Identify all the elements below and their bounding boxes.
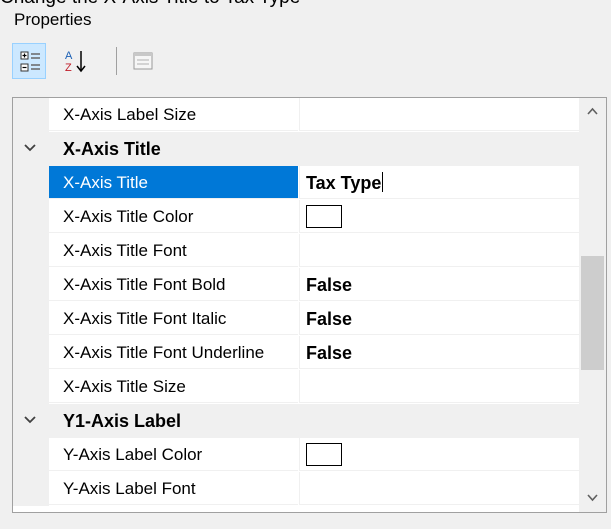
scroll-up-button[interactable] xyxy=(579,98,606,125)
property-row[interactable]: X-Axis Title Tax Type xyxy=(13,166,579,200)
row-margin xyxy=(13,370,49,404)
row-margin xyxy=(13,302,49,336)
property-name[interactable]: X-Axis Title Font Italic xyxy=(49,302,298,335)
property-row[interactable]: X-Axis Title Color xyxy=(13,200,579,234)
properties-title: Properties xyxy=(14,10,92,29)
category-label: X-Axis Title xyxy=(63,139,161,159)
row-margin xyxy=(13,166,49,200)
property-pages-button[interactable] xyxy=(126,43,160,79)
svg-text:Z: Z xyxy=(65,62,72,74)
property-row[interactable]: Y-Axis Label Color xyxy=(13,438,579,472)
chevron-down-icon[interactable] xyxy=(23,413,37,427)
row-margin xyxy=(13,336,49,370)
property-value[interactable]: False xyxy=(299,268,579,301)
category-row[interactable]: Y1-Axis Label xyxy=(13,404,579,438)
property-value-input[interactable]: Tax Type xyxy=(299,166,579,199)
categorized-button[interactable] xyxy=(12,43,46,79)
row-margin xyxy=(13,200,49,234)
sort-alphabetical-icon: A Z xyxy=(65,50,86,74)
row-margin xyxy=(13,234,49,268)
toolbar-separator xyxy=(116,47,117,75)
value-text: False xyxy=(306,343,353,363)
property-name[interactable]: X-Axis Title Size xyxy=(49,370,298,403)
row-margin xyxy=(13,98,49,132)
property-row[interactable]: X-Axis Title Font xyxy=(13,234,579,268)
category-row[interactable]: X-Axis Title xyxy=(13,132,579,166)
property-row[interactable]: X-Axis Label Size xyxy=(13,98,579,132)
chevron-down-icon xyxy=(587,494,598,502)
property-name[interactable]: X-Axis Title Font Underline xyxy=(49,336,298,369)
chevron-down-icon[interactable] xyxy=(23,141,37,155)
property-name[interactable]: X-Axis Title Color xyxy=(49,200,298,233)
properties-toolbar: A Z xyxy=(12,39,607,83)
value-text: False xyxy=(306,309,353,329)
property-value[interactable] xyxy=(299,200,579,233)
chevron-up-icon xyxy=(587,107,598,115)
row-margin xyxy=(13,438,49,472)
property-name[interactable]: Y-Axis Label Color xyxy=(49,438,298,471)
text-caret xyxy=(382,172,384,192)
category-label: Y1-Axis Label xyxy=(63,411,182,431)
property-name[interactable]: X-Axis Title xyxy=(49,166,298,199)
property-name[interactable]: X-Axis Title Font xyxy=(49,234,298,267)
property-value[interactable]: False xyxy=(299,302,579,335)
property-value[interactable] xyxy=(299,234,579,267)
property-row[interactable]: X-Axis Title Font Underline False xyxy=(13,336,579,370)
property-pages-icon xyxy=(133,52,153,70)
row-margin xyxy=(13,268,49,302)
categorized-icon xyxy=(20,51,40,72)
property-value[interactable] xyxy=(299,98,579,131)
scroll-thumb[interactable] xyxy=(581,256,604,370)
property-name[interactable]: Y-Axis Label Font xyxy=(49,472,298,505)
property-value[interactable] xyxy=(299,370,579,403)
color-swatch[interactable] xyxy=(306,205,342,229)
property-row[interactable]: X-Axis Title Font Bold False xyxy=(13,268,579,302)
scroll-down-button[interactable] xyxy=(579,485,606,512)
color-swatch[interactable] xyxy=(306,443,342,467)
vertical-scrollbar[interactable] xyxy=(579,98,606,512)
row-margin xyxy=(13,472,49,506)
property-name[interactable]: X-Axis Title Font Bold xyxy=(49,268,298,301)
property-value[interactable] xyxy=(299,438,579,471)
instruction-text-cut: Change the X-Axis Title to Tax Type xyxy=(0,0,611,8)
property-value[interactable]: False xyxy=(299,336,579,369)
property-value[interactable] xyxy=(299,472,579,505)
value-text: False xyxy=(306,275,353,295)
property-row[interactable]: X-Axis Title Font Italic False xyxy=(13,302,579,336)
property-row[interactable]: Y-Axis Label Font xyxy=(13,472,579,506)
property-grid: X-Axis Label Size X-Axis Title X-Axis Titl… xyxy=(12,97,607,513)
sort-alphabetical-button[interactable]: A Z xyxy=(60,43,94,79)
svg-text:A: A xyxy=(65,50,73,62)
property-row[interactable]: X-Axis Title Size xyxy=(13,370,579,404)
property-name[interactable]: X-Axis Label Size xyxy=(49,98,298,131)
value-text: Tax Type xyxy=(306,173,382,193)
